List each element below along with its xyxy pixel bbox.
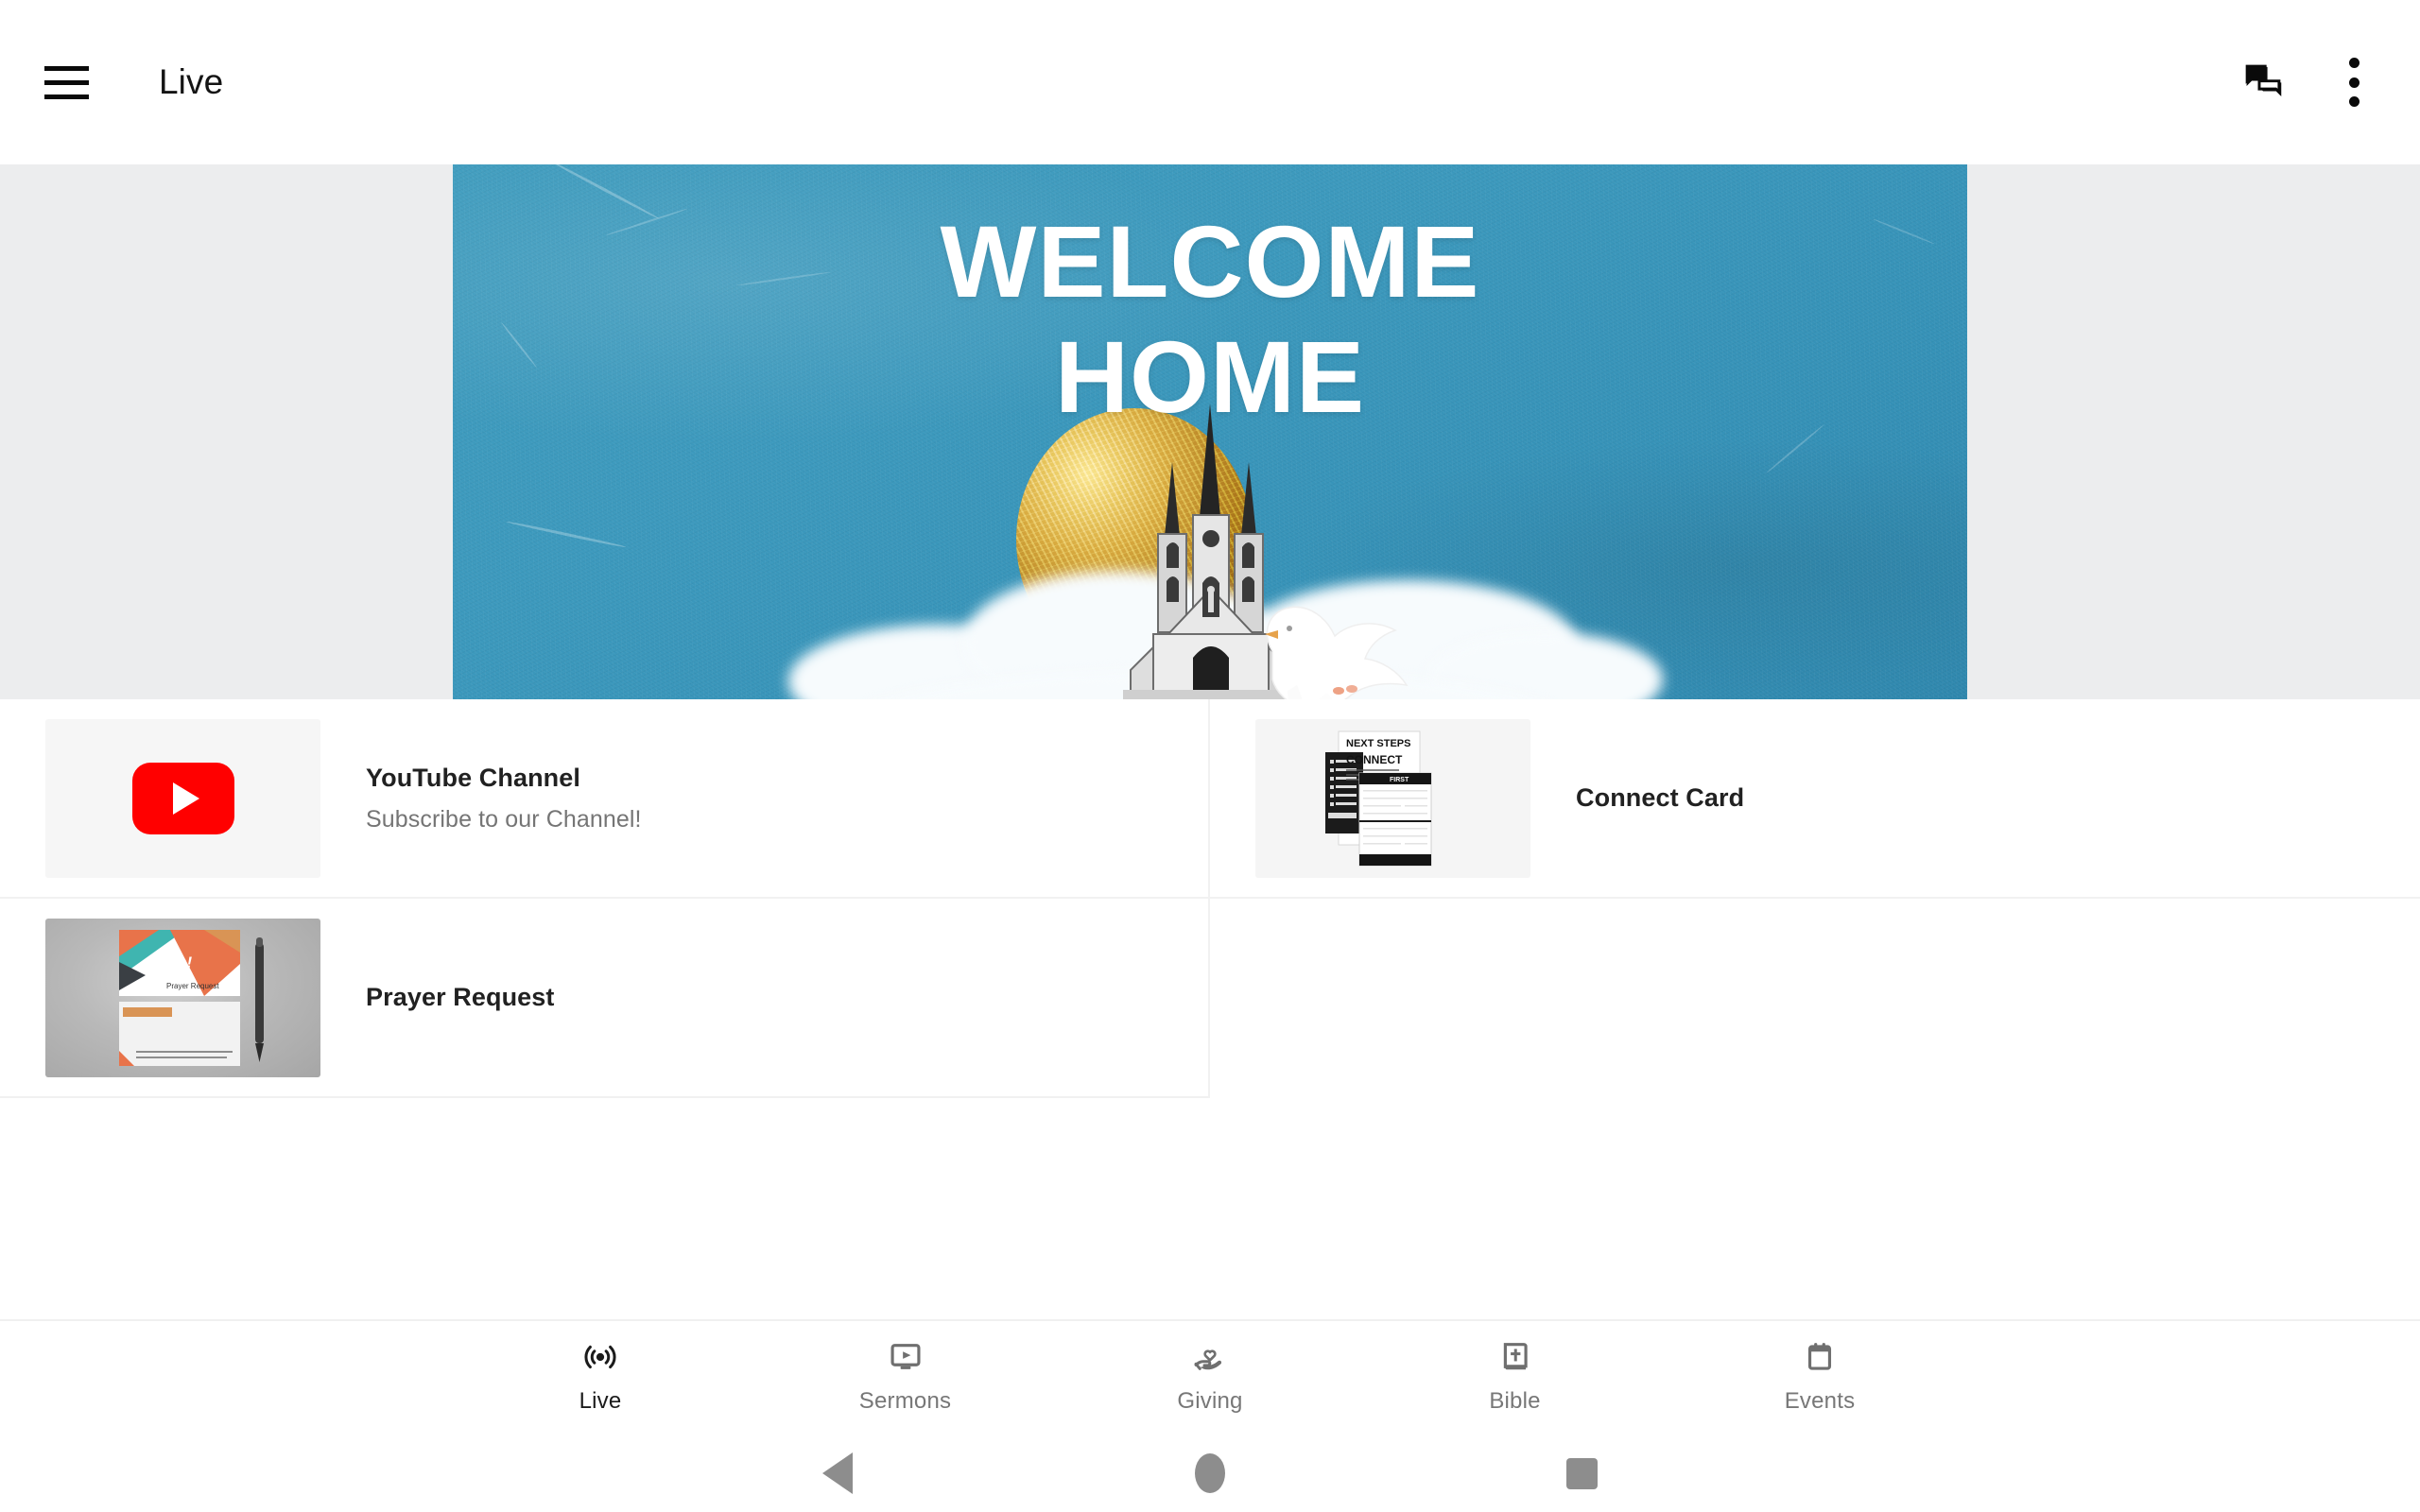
home-circle-icon[interactable] [1194,1453,1225,1493]
app-bar-right-group [2218,0,2399,164]
card-subtitle: Subscribe to our Channel! [366,805,642,833]
nav-label-giving: Giving [1177,1388,1243,1414]
hero-scratch-4 [506,520,627,549]
card-text-block: YouTube Channel Subscribe to our Channel… [366,763,642,833]
card-text-block: Connect Card [1576,782,1744,815]
svg-text:FIRST: FIRST [1390,777,1409,783]
hamburger-menu-icon [43,65,89,99]
card-title: Prayer Request [366,982,555,1011]
bottom-nav-items: Live Sermons Giving Bible Events [492,1338,1928,1415]
nav-label-bible: Bible [1489,1388,1541,1414]
white-dove-graphic [1265,606,1409,699]
app-root: Live WELCOME HOME YouTube Channel Subscr… [0,0,2420,1512]
overflow-menu-button[interactable] [2308,37,2399,128]
play-triangle-icon [173,782,199,815]
youtube-logo-thumbnail [45,718,320,878]
nav-item-events[interactable]: Events [1711,1338,1928,1415]
chat-button[interactable] [2218,37,2308,128]
chat-bubbles-icon [2245,64,2282,97]
hero-banner[interactable]: WELCOME HOME [453,164,1967,699]
app-bar-left-group: Live [0,37,223,128]
hand-heart-icon [1192,1338,1228,1376]
connect-card-forms-graphic: NEXT STEPS CONNECT FIRST [1324,730,1431,866]
more-vertical-icon [2348,58,2360,107]
nav-item-live[interactable]: Live [492,1338,709,1415]
svg-text:All In!: All In! [147,954,193,971]
svg-text:CONNECT: CONNECT [1346,753,1403,766]
svg-text:NEXT STEPS: NEXT STEPS [1346,738,1410,749]
recents-square-icon[interactable] [1566,1457,1598,1489]
card-grid-empty-slot [1210,899,2420,1098]
nav-label-live: Live [579,1388,622,1414]
book-cross-icon [1497,1338,1533,1376]
calendar-icon [1802,1338,1838,1376]
back-triangle-icon[interactable] [822,1452,853,1494]
nav-label-sermons: Sermons [858,1388,952,1414]
svg-text:Prayer Request: Prayer Request [166,982,219,990]
hero-headline: WELCOME HOME [940,204,1480,435]
card-connect-card[interactable]: NEXT STEPS CONNECT FIRST Connect Card [1210,699,2420,899]
card-prayer-request[interactable]: All In! Prayer Request Prayer Request [0,899,1210,1098]
video-player-icon [888,1338,924,1376]
nav-item-bible[interactable]: Bible [1407,1338,1624,1415]
connect-card-thumbnail: NEXT STEPS CONNECT FIRST [1255,718,1530,878]
prayer-request-thumbnail: All In! Prayer Request [45,918,320,1077]
android-system-navigation-bar [0,1435,2420,1512]
content-area: YouTube Channel Subscribe to our Channel… [0,699,2420,1319]
hero-banner-region: WELCOME HOME [0,164,2420,699]
card-grid: YouTube Channel Subscribe to our Channel… [0,699,2420,1098]
page-title: Live [159,62,224,101]
system-nav-buttons [822,1452,1598,1494]
card-text-block: Prayer Request [366,982,555,1014]
nav-label-events: Events [1784,1388,1856,1414]
nav-item-sermons[interactable]: Sermons [797,1338,1014,1415]
top-app-bar: Live [0,0,2420,164]
card-title: YouTube Channel [366,764,580,793]
hamburger-menu-button[interactable] [21,37,112,128]
broadcast-icon [582,1338,618,1376]
prayer-stationery-graphic: All In! Prayer Request [119,929,264,1066]
nav-item-giving[interactable]: Giving [1101,1338,1319,1415]
youtube-icon [131,762,234,834]
card-youtube-channel[interactable]: YouTube Channel Subscribe to our Channel… [0,699,1210,899]
card-title: Connect Card [1576,782,1745,812]
bottom-navigation-bar: Live Sermons Giving Bible Events [0,1319,2420,1435]
